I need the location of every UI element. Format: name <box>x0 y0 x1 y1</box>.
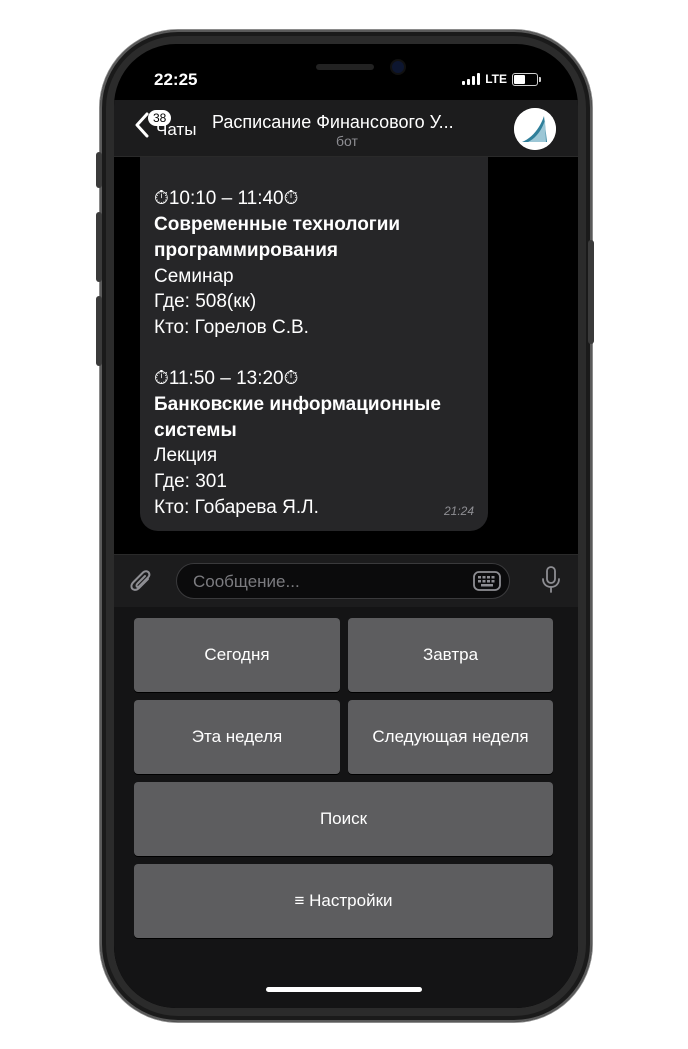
chat-subtitle: бот <box>336 133 358 149</box>
front-camera <box>392 61 404 73</box>
back-button[interactable]: Чаты 38 <box>134 110 204 150</box>
signal-icon <box>462 73 481 85</box>
battery-level <box>514 74 525 84</box>
message-line: ⏱10:10 – 11:40⏱ <box>154 188 299 210</box>
message-input[interactable] <box>191 564 465 600</box>
today-button[interactable]: Сегодня <box>134 618 340 692</box>
status-indicators: LTE <box>462 72 541 86</box>
message-spacer <box>154 341 474 367</box>
input-bar <box>114 554 578 607</box>
chat-header: Чаты 38 Расписание Финансового У... бот <box>114 100 578 157</box>
status-time: 22:25 <box>154 70 198 89</box>
battery-icon <box>512 72 541 86</box>
message-line: Современные технологии <box>154 214 401 236</box>
phone-screen: 22:25 LTE Чаты 38 Расписание Финансового… <box>114 44 578 1008</box>
chat-title[interactable]: Расписание Финансового У... <box>212 112 512 133</box>
home-indicator[interactable] <box>266 987 422 992</box>
keyboard-icon[interactable] <box>473 571 501 591</box>
message-line: Где: 301 <box>154 471 227 493</box>
message-line: системы <box>154 419 237 441</box>
volume-up-button <box>96 212 102 282</box>
message-input-container[interactable] <box>176 563 510 600</box>
message-line: ⏱11:50 – 13:20⏱ <box>154 368 299 390</box>
microphone-icon[interactable] <box>540 565 562 595</box>
message-line: Кто: Гобарева Я.Л. <box>154 496 319 518</box>
message-line: Где: 508(кк) <box>154 291 257 313</box>
settings-button[interactable]: ≡ Настройки <box>134 864 553 938</box>
paperclip-icon[interactable] <box>128 567 154 595</box>
message-line: программирования <box>154 239 339 261</box>
mute-switch <box>96 152 102 188</box>
network-label: LTE <box>485 72 507 86</box>
bot-avatar[interactable] <box>514 108 556 150</box>
earpiece-speaker <box>316 64 374 70</box>
message-line: Банковские информационные <box>154 394 441 415</box>
power-button <box>588 240 594 344</box>
tomorrow-button[interactable]: Завтра <box>348 618 553 692</box>
search-button[interactable]: Поиск <box>134 782 553 856</box>
message-line: Семинар <box>154 265 234 287</box>
message-spacer <box>154 161 474 187</box>
next-week-button[interactable]: Следующая неделя <box>348 700 553 774</box>
notch <box>234 44 458 90</box>
message-list[interactable]: Кто: Гобарева Я.Л. ⏱10:10 – 11:40⏱ Совреме… <box>114 157 578 554</box>
message-line: Лекция <box>154 445 218 467</box>
bot-keyboard: Сегодня Завтра Эта неделя Следующая неде… <box>114 607 578 1008</box>
this-week-button[interactable]: Эта неделя <box>134 700 340 774</box>
unread-badge: 38 <box>148 110 172 126</box>
message-bubble[interactable]: Кто: Гобарева Я.Л. ⏱10:10 – 11:40⏱ Совреме… <box>140 157 488 531</box>
message-time: 21:24 <box>443 503 474 518</box>
volume-down-button <box>96 296 102 366</box>
message-line: Кто: Горелов С.В. <box>154 316 309 338</box>
message-text: Кто: Гобарева Я.Л. ⏱10:10 – 11:40⏱ Совреме… <box>154 157 474 521</box>
